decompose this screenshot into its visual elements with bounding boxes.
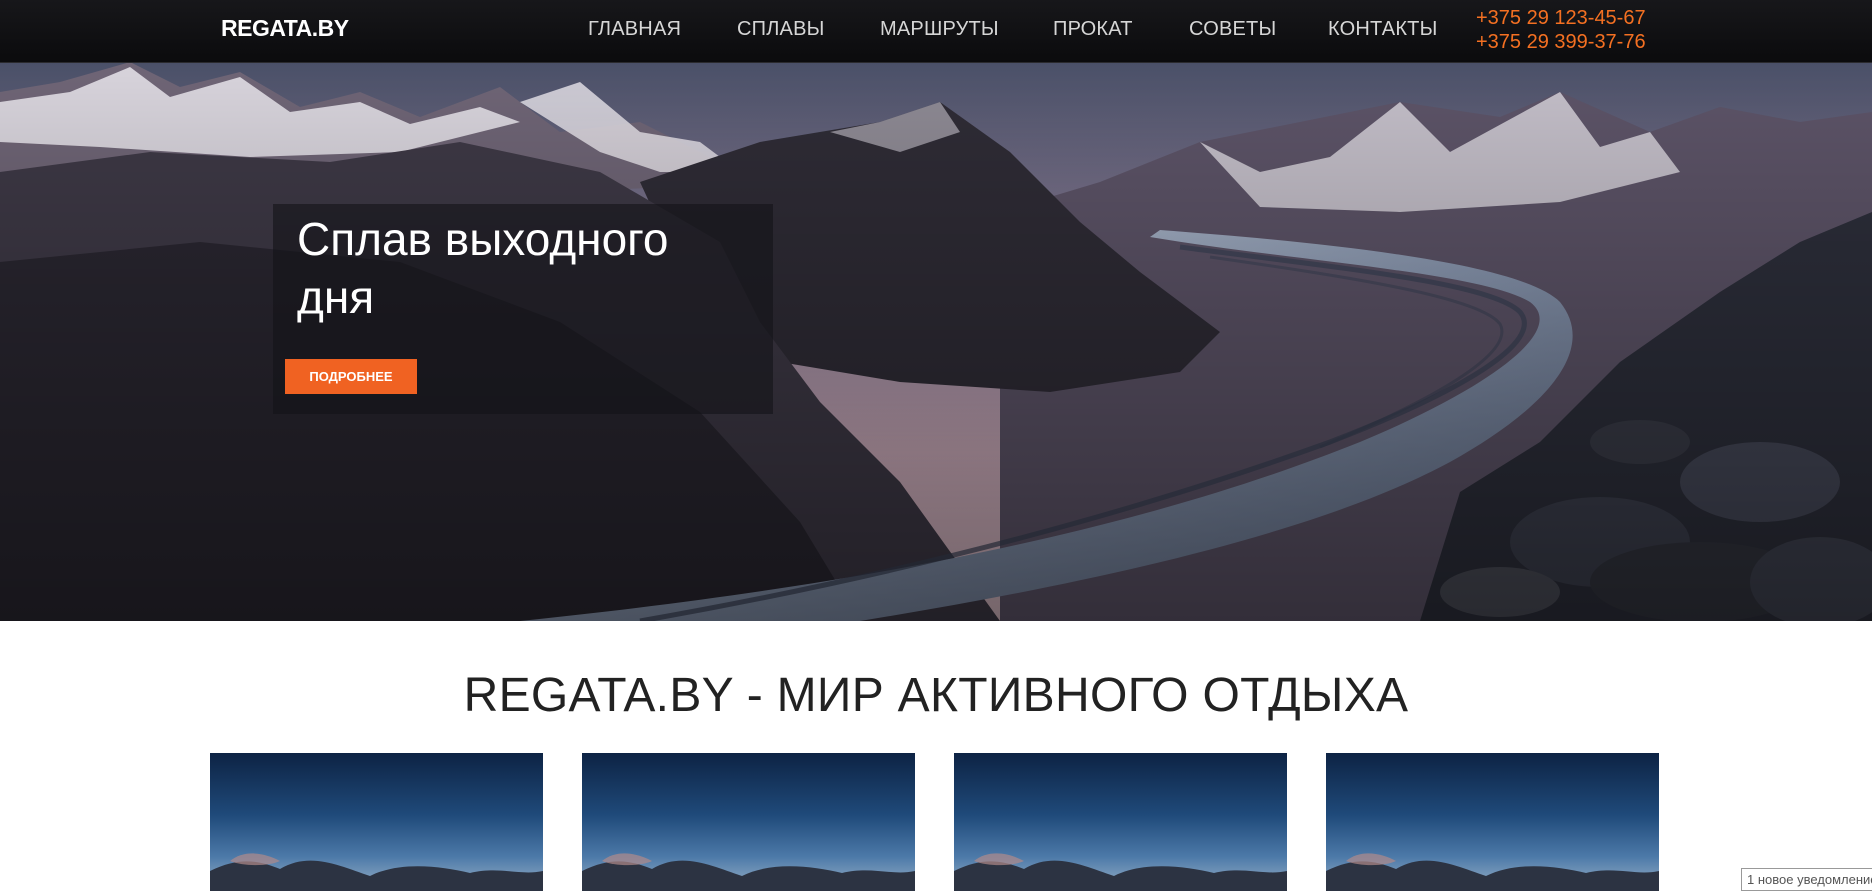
nav-item-rafting[interactable]: СПЛАВЫ	[737, 18, 825, 41]
site-logo[interactable]: REGATA.BY	[221, 15, 349, 42]
hero-caption-box: Сплав выходного дня ПОДРОБНЕЕ	[273, 204, 773, 414]
more-button[interactable]: ПОДРОБНЕЕ	[285, 359, 417, 394]
phone-link-1[interactable]: +375 29 123-45-67	[1476, 6, 1646, 30]
hero-banner: Сплав выходного дня ПОДРОБНЕЕ	[0, 62, 1872, 621]
nav-item-home[interactable]: ГЛАВНАЯ	[588, 18, 681, 41]
tour-card-1[interactable]	[210, 753, 543, 891]
card-image	[954, 853, 1287, 891]
card-image	[582, 853, 915, 891]
card-image	[1326, 853, 1659, 891]
tour-card-2[interactable]	[582, 753, 915, 891]
section-title: REGATA.BY - МИР АКТИВНОГО ОТДЫХА	[463, 669, 1409, 722]
hero-title: Сплав выходного дня	[297, 213, 669, 323]
top-header: REGATA.BY ГЛАВНАЯ СПЛАВЫ МАРШРУТЫ ПРОКАТ…	[0, 0, 1872, 63]
nav-item-rental[interactable]: ПРОКАТ	[1053, 18, 1133, 41]
nav-item-routes[interactable]: МАРШРУТЫ	[880, 18, 999, 41]
tour-card-3[interactable]	[954, 753, 1287, 891]
nav-item-contacts[interactable]: КОНТАКТЫ	[1328, 18, 1438, 41]
card-image	[210, 853, 543, 891]
phone-numbers: +375 29 123-45-67 +375 29 399-37-76	[1476, 6, 1646, 54]
notification-badge[interactable]: 1 новое уведомление	[1741, 868, 1872, 891]
phone-link-2[interactable]: +375 29 399-37-76	[1476, 30, 1646, 54]
tour-card-4[interactable]	[1326, 753, 1659, 891]
nav-item-tips[interactable]: СОВЕТЫ	[1189, 18, 1276, 41]
